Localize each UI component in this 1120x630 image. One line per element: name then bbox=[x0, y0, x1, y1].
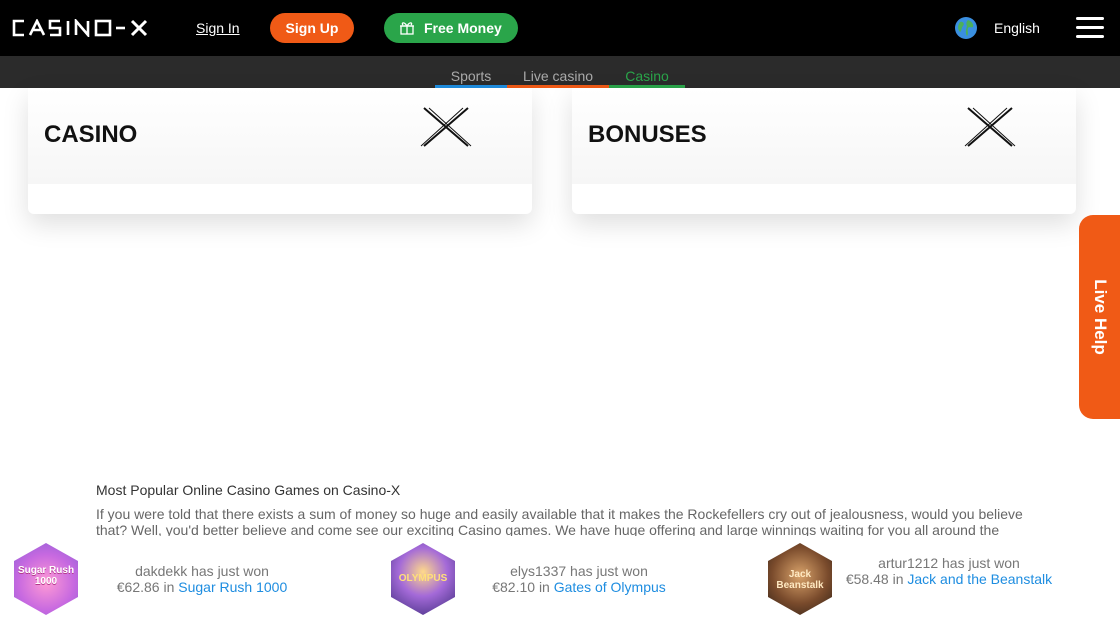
recent-winners-bar: Sugar Rush 1000 dakdekk has just won €62… bbox=[0, 536, 1120, 630]
winner-text: artur1212 has just won €58.48 in Jack an… bbox=[838, 555, 1060, 587]
game-thumbnail[interactable]: OLYMPUS bbox=[391, 543, 455, 615]
free-money-button[interactable]: Free Money bbox=[384, 13, 518, 43]
winner-in: in bbox=[538, 579, 550, 595]
game-thumbnail[interactable]: Sugar Rush 1000 bbox=[14, 543, 78, 615]
winner-item[interactable]: Sugar Rush 1000 dakdekk has just won €62… bbox=[0, 536, 370, 630]
live-help-label: Live Help bbox=[1090, 279, 1110, 355]
game-thumbnail-label: Sugar Rush 1000 bbox=[17, 565, 75, 587]
bonuses-card[interactable]: BONUSES bbox=[572, 88, 1076, 214]
sign-up-button[interactable]: Sign Up bbox=[270, 13, 354, 43]
sign-in-link[interactable]: Sign In bbox=[196, 20, 240, 36]
globe-icon[interactable] bbox=[954, 16, 978, 40]
free-money-label: Free Money bbox=[424, 20, 502, 36]
winner-in: in bbox=[892, 571, 904, 587]
gift-icon bbox=[400, 22, 414, 35]
casino-x-logo[interactable] bbox=[10, 19, 166, 37]
winner-name: elys1337 bbox=[510, 563, 567, 579]
top-header: Sign In Sign Up Free Money English bbox=[0, 0, 1120, 56]
winner-item[interactable]: Jack Beanstalk artur1212 has just won €5… bbox=[754, 536, 1120, 630]
language-selector[interactable]: English bbox=[994, 20, 1040, 36]
x-emblem-icon bbox=[420, 107, 472, 147]
winner-action: has just won bbox=[191, 563, 269, 579]
game-thumbnail-label: OLYMPUS bbox=[398, 573, 448, 584]
hamburger-menu-icon[interactable] bbox=[1076, 17, 1104, 39]
winner-game-link[interactable]: Sugar Rush 1000 bbox=[178, 579, 287, 595]
winner-game-link[interactable]: Jack and the Beanstalk bbox=[907, 571, 1052, 587]
game-thumbnail[interactable]: Jack Beanstalk bbox=[768, 543, 832, 615]
winner-amount: €82.10 bbox=[492, 579, 536, 595]
game-thumbnail-label: Jack Beanstalk bbox=[776, 569, 824, 591]
section-tabs: Sports Live casino Casino bbox=[0, 56, 1120, 88]
winner-item[interactable]: OLYMPUS elys1337 has just won €82.10 in … bbox=[377, 536, 747, 630]
winner-amount: €58.48 bbox=[845, 571, 889, 587]
section-title: Most Popular Online Casino Games on Casi… bbox=[96, 482, 401, 498]
tab-live-casino[interactable]: Live casino bbox=[507, 56, 609, 88]
bonuses-card-title: BONUSES bbox=[588, 121, 707, 148]
tab-sports[interactable]: Sports bbox=[435, 56, 507, 88]
section-description: If you were told that there exists a sum… bbox=[96, 506, 1023, 536]
tab-casino[interactable]: Casino bbox=[609, 56, 685, 88]
winner-action: has just won bbox=[942, 555, 1020, 571]
winner-text: elys1337 has just won €82.10 in Gates of… bbox=[469, 563, 689, 595]
casino-card[interactable]: CASINO bbox=[28, 88, 532, 214]
winner-game-link[interactable]: Gates of Olympus bbox=[554, 579, 666, 595]
live-help-button[interactable]: Live Help bbox=[1079, 215, 1120, 419]
winner-in: in bbox=[163, 579, 175, 595]
casino-card-title: CASINO bbox=[44, 121, 138, 148]
winner-action: has just won bbox=[570, 563, 648, 579]
winner-amount: €62.86 bbox=[116, 579, 160, 595]
winner-text: dakdekk has just won €62.86 in Sugar Rus… bbox=[92, 563, 312, 595]
winner-name: artur1212 bbox=[878, 555, 939, 571]
x-emblem-icon bbox=[964, 107, 1016, 147]
winner-name: dakdekk bbox=[135, 563, 188, 579]
